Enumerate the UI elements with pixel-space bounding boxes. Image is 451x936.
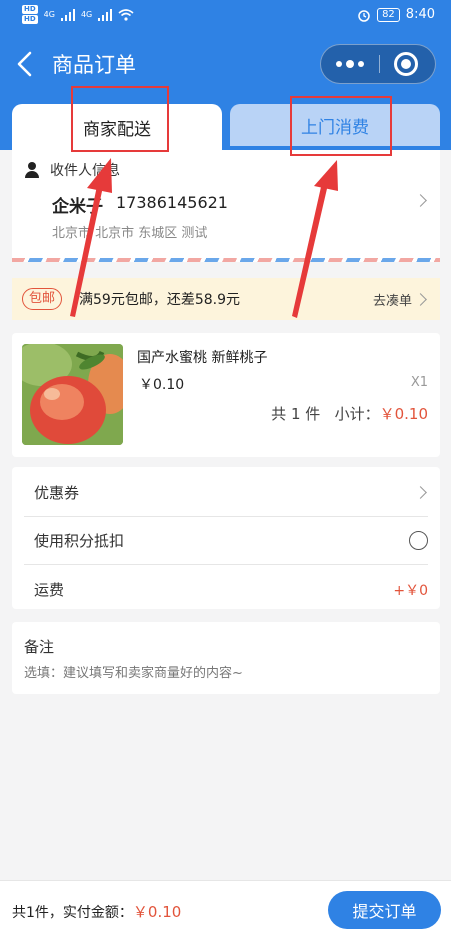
submit-order-button[interactable]: 提交订单 [328,891,441,929]
chevron-right-icon [414,194,427,207]
tab-merchant-delivery[interactable]: 商家配送 [12,104,222,150]
tab-in-store[interactable]: 上门消费 [230,104,440,146]
chevron-right-icon [414,293,427,306]
total-label: 共1件，实付金额： [12,905,133,921]
address-heading: 收件人信息 [24,160,120,180]
product-card: 国产水蜜桃 新鲜桃子 ￥0.10 X1 共 1 件 小计：￥0.10 [12,333,440,457]
status-right: 82 8:40 [357,7,435,22]
remark-card: 备注 [12,622,440,694]
subtotal-label: 小计： [334,405,380,423]
wifi-icon [118,8,134,21]
coupon-label: 优惠券 [34,484,80,502]
recipient-name: 企米子 [52,197,103,217]
coupon-row[interactable]: 优惠券 [24,469,428,517]
product-subtotal-row: 共 1 件 小计：￥0.10 [271,403,428,424]
page-title: 商品订单 [52,53,136,77]
alarm-icon [358,9,370,22]
capsule-divider [379,55,380,73]
free-shipping-badge: 包邮 [22,288,63,310]
item-count: 共 1 件 [271,405,321,423]
product-price: ￥0.10 [139,377,185,393]
order-options: 优惠券 使用积分抵扣 运费 +￥0 [12,467,440,609]
freight-row: 运费 +￥0 [24,565,428,613]
remark-title: 备注 [24,638,55,656]
back-arrow-icon[interactable] [14,50,38,78]
signal-icon [60,8,75,21]
checkout-bar: 共1件，实付金额：￥0.10 提交订单 [0,880,451,936]
signal-label: 4G [43,10,55,19]
status-left: HD HD 4G 4G [22,5,134,24]
address-card[interactable]: 收件人信息 企米子 17386145621 北京市 北京市 东城区 测试 [12,150,440,258]
points-label: 使用积分抵扣 [34,532,125,550]
status-time: 8:40 [405,7,435,22]
status-bar: HD HD 4G 4G 82 8:40 [0,0,451,34]
recipient-phone: 17386145621 [116,193,228,212]
free-shipping-banner[interactable]: 包邮 满59元包邮，还差58.9元 去凑单 [12,278,440,320]
address-heading-label: 收件人信息 [50,163,120,179]
subtotal-value: ￥0.10 [379,405,428,423]
product-name: 国产水蜜桃 新鲜桃子 [137,350,268,366]
signal-icon [98,8,113,21]
nav-header: 商品订单 [0,34,451,104]
product-image [22,344,123,445]
signal-label: 4G [80,10,93,19]
freight-label: 运费 [34,580,65,599]
radio-icon[interactable] [409,531,428,550]
battery-level: 82 [377,7,400,22]
hd-badge: HD [22,15,38,24]
product-quantity: X1 [410,375,428,390]
total-amount: ￥0.10 [132,903,182,921]
remark-input[interactable] [24,662,428,684]
person-icon [24,162,40,178]
hd-badges: HD HD [22,5,38,24]
more-dots-icon[interactable] [321,45,378,83]
recipient-address: 北京市 北京市 东城区 测试 [52,226,208,241]
free-shipping-text: 满59元包邮，还差58.9元 [79,292,240,308]
freight-value: +￥0 [393,583,428,599]
hd-badge: HD [22,5,38,14]
envelope-stripe [12,258,440,262]
points-row[interactable]: 使用积分抵扣 [24,517,428,565]
total-summary: 共1件，实付金额：￥0.10 [12,901,181,922]
close-target-icon[interactable] [394,52,418,76]
miniprogram-capsule [320,44,436,84]
add-more-link[interactable]: 去凑单 [373,290,412,309]
chevron-right-icon [414,486,427,499]
